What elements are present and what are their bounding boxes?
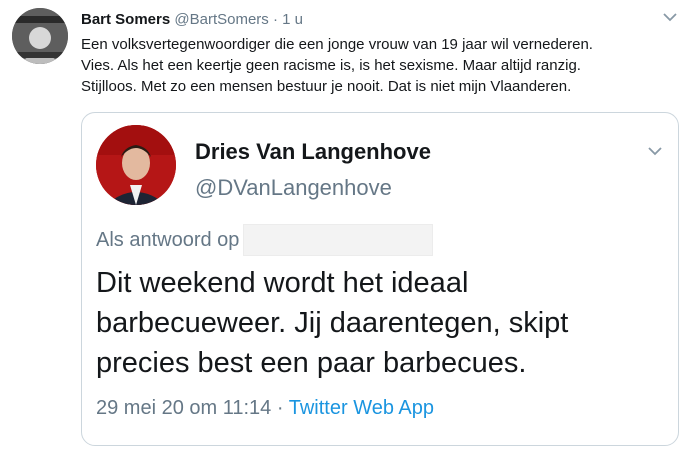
chevron-down-icon[interactable]	[662, 10, 678, 24]
quoted-tweet-meta: 29 mei 20 om 11:14 · Twitter Web App	[96, 397, 434, 420]
redacted-reply-target	[243, 224, 434, 256]
tweet-header: Bart Somers @BartSomers · 1 u	[81, 10, 674, 32]
quoted-text-line: Dit weekend wordt het ideaal	[96, 267, 469, 299]
tweet-text: Een volksvertegenwoordiger die een jonge…	[81, 34, 681, 97]
author-name[interactable]: Bart Somers	[81, 11, 170, 28]
profile-photo-icon	[96, 125, 176, 205]
author-avatar[interactable]	[12, 8, 68, 64]
quoted-tweet-card[interactable]: Dries Van Langenhove @DVanLangenhove Als…	[81, 112, 679, 446]
meta-separator: ·	[276, 397, 284, 419]
reply-prefix: Als antwoord op	[96, 228, 240, 251]
author-handle[interactable]: @BartSomers	[174, 11, 268, 28]
tweet[interactable]: Bart Somers @BartSomers · 1 u Een volksv…	[0, 0, 694, 456]
quoted-tweet-text: Dit weekend wordt het ideaal barbecuewee…	[96, 263, 666, 383]
quoted-text-line: barbecueweer. Jij daarentegen, skipt	[96, 307, 569, 339]
tweet-text-line: Een volksvertegenwoordiger die een jonge…	[81, 36, 593, 53]
profile-photo-icon	[12, 8, 68, 64]
tweet-text-line: Vies. Als het een keertje geen racisme i…	[81, 57, 581, 74]
tweet-text-line: Stijlloos. Met zo een mensen bestuur je …	[81, 78, 572, 95]
quoted-author-handle[interactable]: @DVanLangenhove	[195, 175, 392, 201]
reply-context: Als antwoord op	[96, 224, 434, 256]
quoted-timestamp[interactable]: 29 mei 20 om 11:14	[96, 397, 271, 419]
quoted-author-avatar[interactable]	[96, 125, 176, 205]
source-link[interactable]: Twitter Web App	[289, 397, 434, 419]
quoted-author-name[interactable]: Dries Van Langenhove	[195, 139, 431, 165]
quoted-text-line: precies best een paar barbecues.	[96, 347, 527, 379]
tweet-time[interactable]: 1 u	[282, 11, 303, 28]
header-separator: ·	[272, 11, 278, 28]
chevron-down-icon[interactable]	[646, 143, 664, 159]
